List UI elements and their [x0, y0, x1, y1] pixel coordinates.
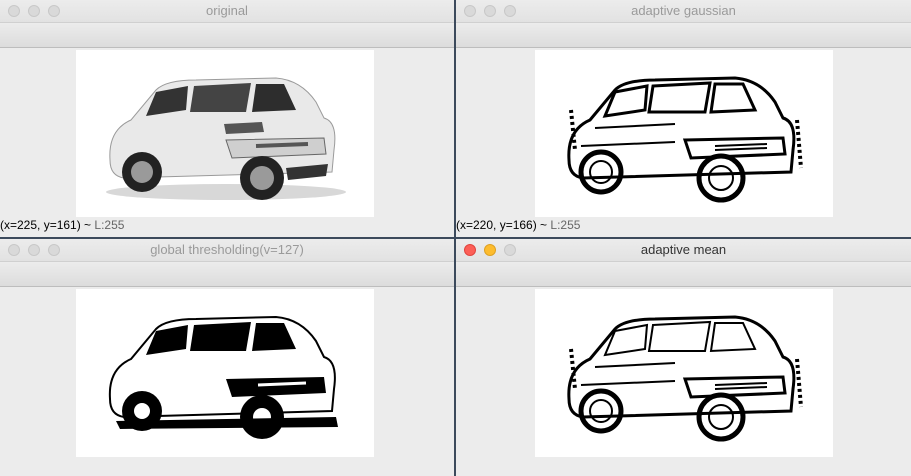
status-bar: (x=225, y=161) ~ L:255 [0, 218, 454, 236]
title-bar[interactable]: adaptive gaussian [456, 0, 911, 23]
title-bar[interactable]: adaptive mean [456, 239, 911, 262]
window-global-thresholding[interactable]: global thresholding(v=127) [0, 239, 454, 476]
window-adaptive-mean[interactable]: adaptive mean [456, 239, 911, 476]
window-title: original [206, 3, 248, 18]
toolbar [0, 262, 454, 287]
title-bar[interactable]: global thresholding(v=127) [0, 239, 454, 262]
image-canvas[interactable] [0, 48, 454, 218]
car-image[interactable] [76, 289, 374, 457]
image-canvas[interactable] [456, 287, 911, 476]
window-title: adaptive mean [640, 242, 727, 257]
pixel-level: L:255 [550, 218, 581, 232]
status-bar: (x=220, y=166) ~ L:255 [456, 218, 911, 236]
toolbar [456, 262, 911, 287]
toolbar [0, 23, 454, 48]
car-image[interactable] [76, 50, 374, 217]
cursor-coords: (x=225, y=161) ~ [0, 218, 92, 232]
car-image[interactable] [535, 50, 833, 217]
image-canvas[interactable] [456, 48, 911, 218]
window-adaptive-gaussian[interactable]: adaptive gaussian (x=220, y=166) ~ L:255 [456, 0, 911, 237]
car-image[interactable] [535, 289, 833, 457]
title-bar[interactable]: original [0, 0, 454, 23]
toolbar [456, 23, 911, 48]
window-separator-horizontal [0, 237, 911, 239]
pixel-level: L:255 [94, 218, 125, 232]
image-canvas[interactable] [0, 287, 454, 476]
window-title: global thresholding(v=127) [150, 242, 304, 257]
window-title: adaptive gaussian [631, 3, 736, 18]
window-original[interactable]: original (x=225, y=161) ~ L:255 [0, 0, 454, 237]
cursor-coords: (x=220, y=166) ~ [456, 218, 548, 232]
